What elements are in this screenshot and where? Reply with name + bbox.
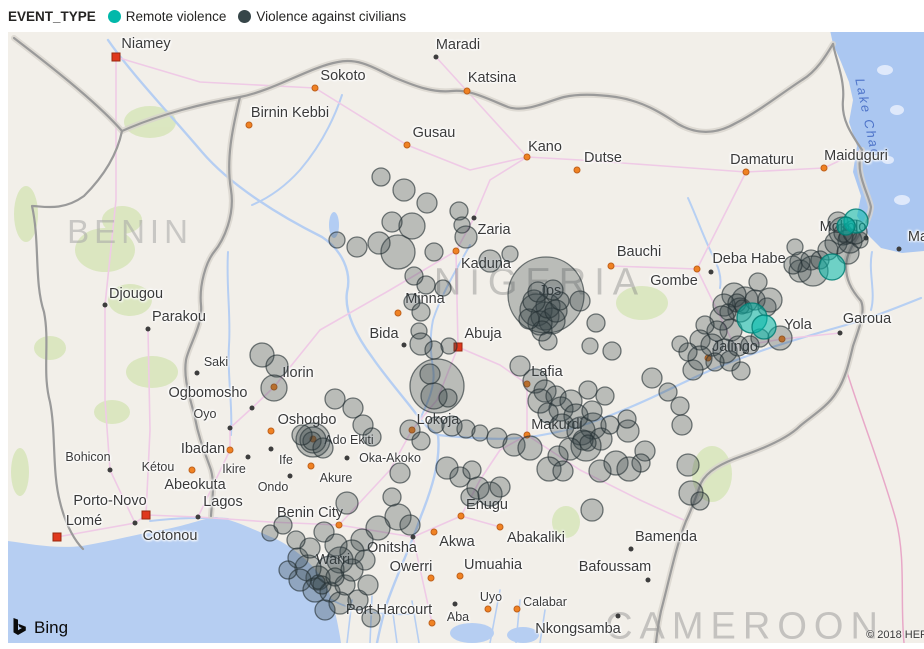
legend-dot (238, 10, 251, 23)
event-bubble[interactable] (363, 428, 381, 446)
event-bubble[interactable] (400, 515, 420, 535)
event-bubble[interactable] (479, 250, 501, 272)
event-bubble[interactable] (368, 232, 390, 254)
event-bubble[interactable] (581, 499, 603, 521)
event-bubble[interactable] (326, 568, 344, 586)
event-bubble[interactable] (582, 401, 602, 421)
legend: EVENT_TYPE Remote violence Violence again… (0, 0, 924, 32)
event-bubble[interactable] (399, 213, 425, 239)
map-canvas[interactable]: BENIN NIGERIA CAMEROON Lake Chad NiameyM… (0, 0, 924, 643)
event-bubble[interactable] (417, 193, 437, 213)
event-bubble[interactable] (463, 461, 481, 479)
event-bubble[interactable] (672, 415, 692, 435)
event-bubble[interactable] (461, 488, 479, 506)
event-bubble[interactable] (677, 454, 699, 476)
bing-logo-text: Bing (34, 618, 68, 638)
event-bubble[interactable] (618, 410, 636, 428)
event-bubble[interactable] (325, 389, 345, 409)
event-bubble[interactable] (287, 531, 305, 549)
event-bubble[interactable] (390, 463, 410, 483)
event-bubble[interactable] (819, 254, 845, 280)
event-bubble[interactable] (279, 561, 297, 579)
event-bubble[interactable] (266, 355, 288, 377)
legend-label: Violence against civilians (256, 9, 406, 24)
event-bubble[interactable] (603, 342, 621, 360)
event-bubble[interactable] (518, 436, 542, 460)
legend-item-1[interactable]: Violence against civilians (238, 9, 406, 24)
event-bubble[interactable] (837, 217, 855, 235)
event-bubble[interactable] (502, 246, 518, 262)
bubbles-layer (250, 168, 868, 627)
bubble-layer-svg (0, 0, 924, 643)
event-bubble[interactable] (417, 276, 435, 294)
event-bubble[interactable] (355, 550, 375, 570)
event-bubble[interactable] (336, 492, 358, 514)
event-bubble[interactable] (441, 338, 457, 354)
event-bubble[interactable] (454, 217, 470, 233)
map-copyright: © 2018 HER (866, 629, 924, 641)
event-bubble[interactable] (412, 432, 430, 450)
event-bubble[interactable] (749, 273, 767, 291)
event-bubble[interactable] (671, 397, 689, 415)
legend-label: Remote violence (126, 9, 227, 24)
event-bubble[interactable] (425, 243, 443, 261)
event-bubble[interactable] (579, 381, 597, 399)
event-bubble[interactable] (382, 212, 402, 232)
event-bubble[interactable] (617, 457, 641, 481)
event-bubble[interactable] (732, 362, 750, 380)
event-bubble[interactable] (325, 534, 347, 556)
event-bubble[interactable] (752, 315, 776, 339)
event-bubble[interactable] (439, 389, 457, 407)
bing-icon (10, 617, 29, 638)
event-bubble[interactable] (570, 291, 590, 311)
event-bubble[interactable] (313, 438, 333, 458)
event-bubble[interactable] (435, 280, 451, 296)
event-bubble[interactable] (372, 168, 390, 186)
event-bubble[interactable] (383, 488, 401, 506)
event-bubble[interactable] (601, 416, 619, 434)
event-bubble[interactable] (262, 525, 278, 541)
legend-item-0[interactable]: Remote violence (108, 9, 227, 24)
event-bubble[interactable] (691, 492, 709, 510)
event-bubble[interactable] (587, 314, 605, 332)
event-bubble[interactable] (358, 575, 378, 595)
event-bubble[interactable] (784, 256, 802, 274)
event-bubble[interactable] (582, 338, 598, 354)
event-bubble[interactable] (519, 309, 539, 329)
legend-title: EVENT_TYPE (8, 9, 96, 24)
event-bubble[interactable] (580, 435, 596, 451)
event-bubble[interactable] (425, 341, 443, 359)
event-bubble[interactable] (672, 336, 688, 352)
event-bubble[interactable] (393, 179, 415, 201)
event-bubble[interactable] (261, 375, 287, 401)
event-bubble[interactable] (292, 425, 312, 445)
powerbi-map-visual: { "colors": { "remote_violence": "#01B8A… (0, 0, 924, 643)
event-bubble[interactable] (362, 609, 380, 627)
event-bubble[interactable] (642, 368, 662, 388)
event-bubble[interactable] (553, 461, 573, 481)
event-bubble[interactable] (315, 600, 335, 620)
event-bubble[interactable] (420, 364, 440, 384)
legend-dot (108, 10, 121, 23)
event-bubble[interactable] (472, 425, 488, 441)
bing-logo[interactable]: Bing (10, 617, 68, 638)
event-bubble[interactable] (539, 332, 557, 350)
event-bubble[interactable] (490, 477, 510, 497)
event-bubble[interactable] (347, 237, 367, 257)
event-bubble[interactable] (329, 232, 345, 248)
event-bubble[interactable] (596, 387, 614, 405)
event-bubble[interactable] (412, 303, 430, 321)
legend-items: Remote violence Violence against civilian… (108, 9, 406, 24)
event-bubble[interactable] (528, 282, 548, 302)
event-bubble[interactable] (787, 239, 803, 255)
event-bubble[interactable] (311, 575, 325, 589)
